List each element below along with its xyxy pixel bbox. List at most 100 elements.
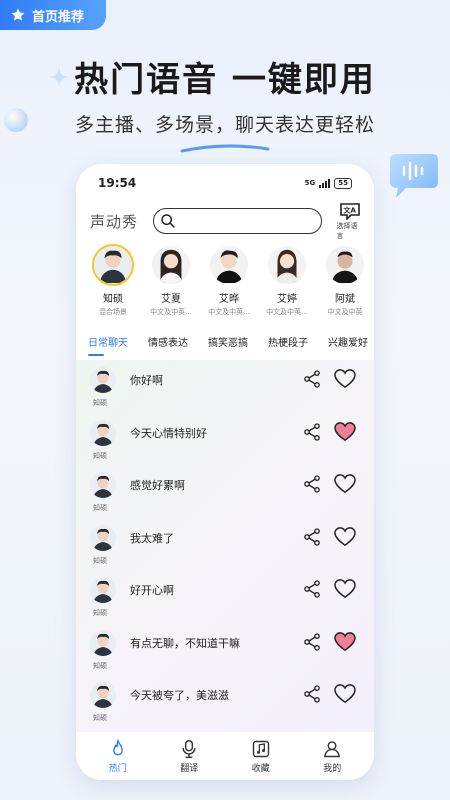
- phrase-text: 有点无聊，不知道干嘛: [130, 636, 240, 650]
- heart-icon[interactable]: [334, 526, 356, 547]
- row-avatar: [90, 524, 116, 551]
- share-icon[interactable]: [302, 632, 322, 652]
- speaker-name: 艾婷: [277, 294, 297, 305]
- list-item[interactable]: 知硕 我太难了: [76, 518, 374, 571]
- list-item[interactable]: 知硕 今天被夸了，美滋滋: [76, 675, 374, 728]
- bottom-tab-bar: 热门 翻译 收藏 我的: [76, 732, 374, 780]
- share-icon[interactable]: [302, 684, 322, 704]
- language-label: 选择语言: [336, 221, 358, 240]
- promo-subline: 多主播、多场景，聊天表达更轻松: [74, 114, 375, 136]
- list-item[interactable]: 知硕 感觉好累啊: [76, 465, 374, 518]
- tab-favorites[interactable]: 收藏: [236, 739, 286, 774]
- share-icon[interactable]: [302, 579, 322, 599]
- phrase-text: 我太难了: [130, 531, 174, 545]
- heart-filled-icon[interactable]: [334, 421, 356, 442]
- share-icon[interactable]: [302, 422, 322, 442]
- row-speaker-name: 知硕: [93, 399, 107, 407]
- speaker-item[interactable]: 艾晔 中文及中英...: [200, 244, 258, 320]
- row-speaker-name: 知硕: [93, 504, 107, 512]
- share-icon[interactable]: [302, 369, 322, 389]
- tab-memes[interactable]: 热梗段子: [268, 334, 308, 356]
- row-speaker-name: 知硕: [93, 556, 107, 565]
- tab-translate[interactable]: 翻译: [164, 739, 214, 774]
- tab-daily-chat[interactable]: 日常聊天: [88, 334, 128, 356]
- row-avatar: [90, 419, 116, 446]
- svg-text:文A: 文A: [344, 205, 357, 214]
- select-language-button[interactable]: 文A 选择语言: [336, 202, 364, 241]
- row-speaker-name: 知硕: [93, 714, 107, 722]
- heart-icon[interactable]: [334, 369, 356, 389]
- list-item[interactable]: 知硕 今天心情特别好: [76, 413, 374, 466]
- share-icon[interactable]: [302, 474, 322, 494]
- tab-hobbies[interactable]: 兴趣爱好: [328, 334, 368, 356]
- tab-emotion[interactable]: 情感表达: [148, 334, 188, 356]
- phrase-text: 今天被夸了，美滋滋: [130, 689, 229, 702]
- search-box[interactable]: [153, 208, 323, 234]
- tab-profile[interactable]: 我的: [307, 739, 357, 774]
- avatar-portrait: [90, 629, 116, 656]
- recommend-badge: 首页推荐: [0, 0, 106, 30]
- app-brand: 声动秀: [90, 212, 139, 231]
- speaker-name: 艾夏: [161, 294, 181, 305]
- speaker-avatar: [92, 244, 134, 286]
- music-note-icon: [252, 740, 269, 757]
- avatar-portrait: [90, 577, 116, 603]
- speaker-name: 阿斌: [335, 294, 355, 305]
- row-avatar: [90, 682, 116, 708]
- row-speaker-name: 知硕: [93, 661, 107, 670]
- list-item[interactable]: 知硕 好开心啊: [76, 570, 374, 623]
- promo-headline: 热门语音 一键即用: [74, 60, 376, 100]
- row-avatar: [90, 577, 116, 603]
- star-icon: [11, 8, 25, 21]
- tab-label: 翻译: [180, 763, 199, 774]
- language-icon: 文A: [340, 202, 361, 220]
- avatar-portrait: [90, 367, 116, 393]
- avatar-portrait: [268, 246, 306, 283]
- avatar-portrait: [90, 682, 116, 708]
- avatar-portrait: [90, 524, 116, 551]
- active-tab-indicator: [88, 354, 104, 356]
- avatar-portrait: [90, 472, 116, 498]
- speaker-avatar: [266, 244, 308, 286]
- speaker-tag: 中文及中英...: [266, 308, 308, 316]
- speaker-tag: 中文及中英: [327, 308, 363, 316]
- search-icon: [161, 214, 175, 228]
- avatar-portrait: [152, 246, 190, 283]
- phrase-text: 感觉好累啊: [130, 479, 185, 492]
- search-input[interactable]: [176, 214, 322, 228]
- speaker-item[interactable]: 艾夏 中文及中英...: [142, 244, 200, 320]
- tab-label: 收藏: [251, 763, 270, 774]
- speaker-name: 知硕: [103, 294, 123, 305]
- category-tabs: 日常聊天 情感表达 搞笑恶搞 热梗段子 兴趣爱好: [88, 334, 374, 356]
- speaker-list: 知硕 混合场景 艾夏 中文及中英... 艾晔 中文及中英... 艾婷 中文及中英…: [84, 244, 374, 320]
- heart-icon[interactable]: [334, 684, 356, 704]
- speaker-item[interactable]: 知硕 混合场景: [84, 244, 142, 320]
- badge-label: 首页推荐: [32, 9, 85, 25]
- avatar-portrait: [326, 246, 364, 283]
- flame-icon: [112, 738, 123, 756]
- avatar-portrait: [210, 246, 248, 283]
- microphone-icon: [182, 739, 196, 758]
- speaker-tag: 中文及中英...: [150, 308, 192, 316]
- heart-filled-icon[interactable]: [334, 631, 356, 652]
- speaker-item[interactable]: 艾婷 中文及中英...: [258, 244, 316, 320]
- avatar-portrait: [90, 419, 116, 446]
- phrase-text: 好开心啊: [130, 584, 174, 597]
- heart-icon[interactable]: [334, 474, 356, 494]
- tab-label: 我的: [323, 763, 342, 774]
- tab-hot[interactable]: 热门: [93, 738, 143, 774]
- headline-underline: [180, 144, 270, 153]
- heart-icon[interactable]: [334, 579, 356, 599]
- search-row: 声动秀 文A 选择语言: [90, 202, 364, 240]
- status-time: 19:54: [98, 176, 137, 190]
- list-item[interactable]: 知硕 你好啊: [76, 360, 374, 413]
- status-bar: 19:54 5G 55: [76, 164, 374, 202]
- row-avatar: [90, 629, 116, 656]
- speaker-avatar: [208, 244, 250, 286]
- speaker-item[interactable]: 阿斌 中文及中英: [316, 244, 374, 320]
- tab-funny[interactable]: 搞笑恶搞: [208, 334, 248, 356]
- share-icon[interactable]: [302, 527, 322, 547]
- status-icons: 5G 55: [305, 177, 352, 189]
- tab-label: 热门: [108, 763, 127, 774]
- list-item[interactable]: 知硕 有点无聊，不知道干嘛: [76, 623, 374, 676]
